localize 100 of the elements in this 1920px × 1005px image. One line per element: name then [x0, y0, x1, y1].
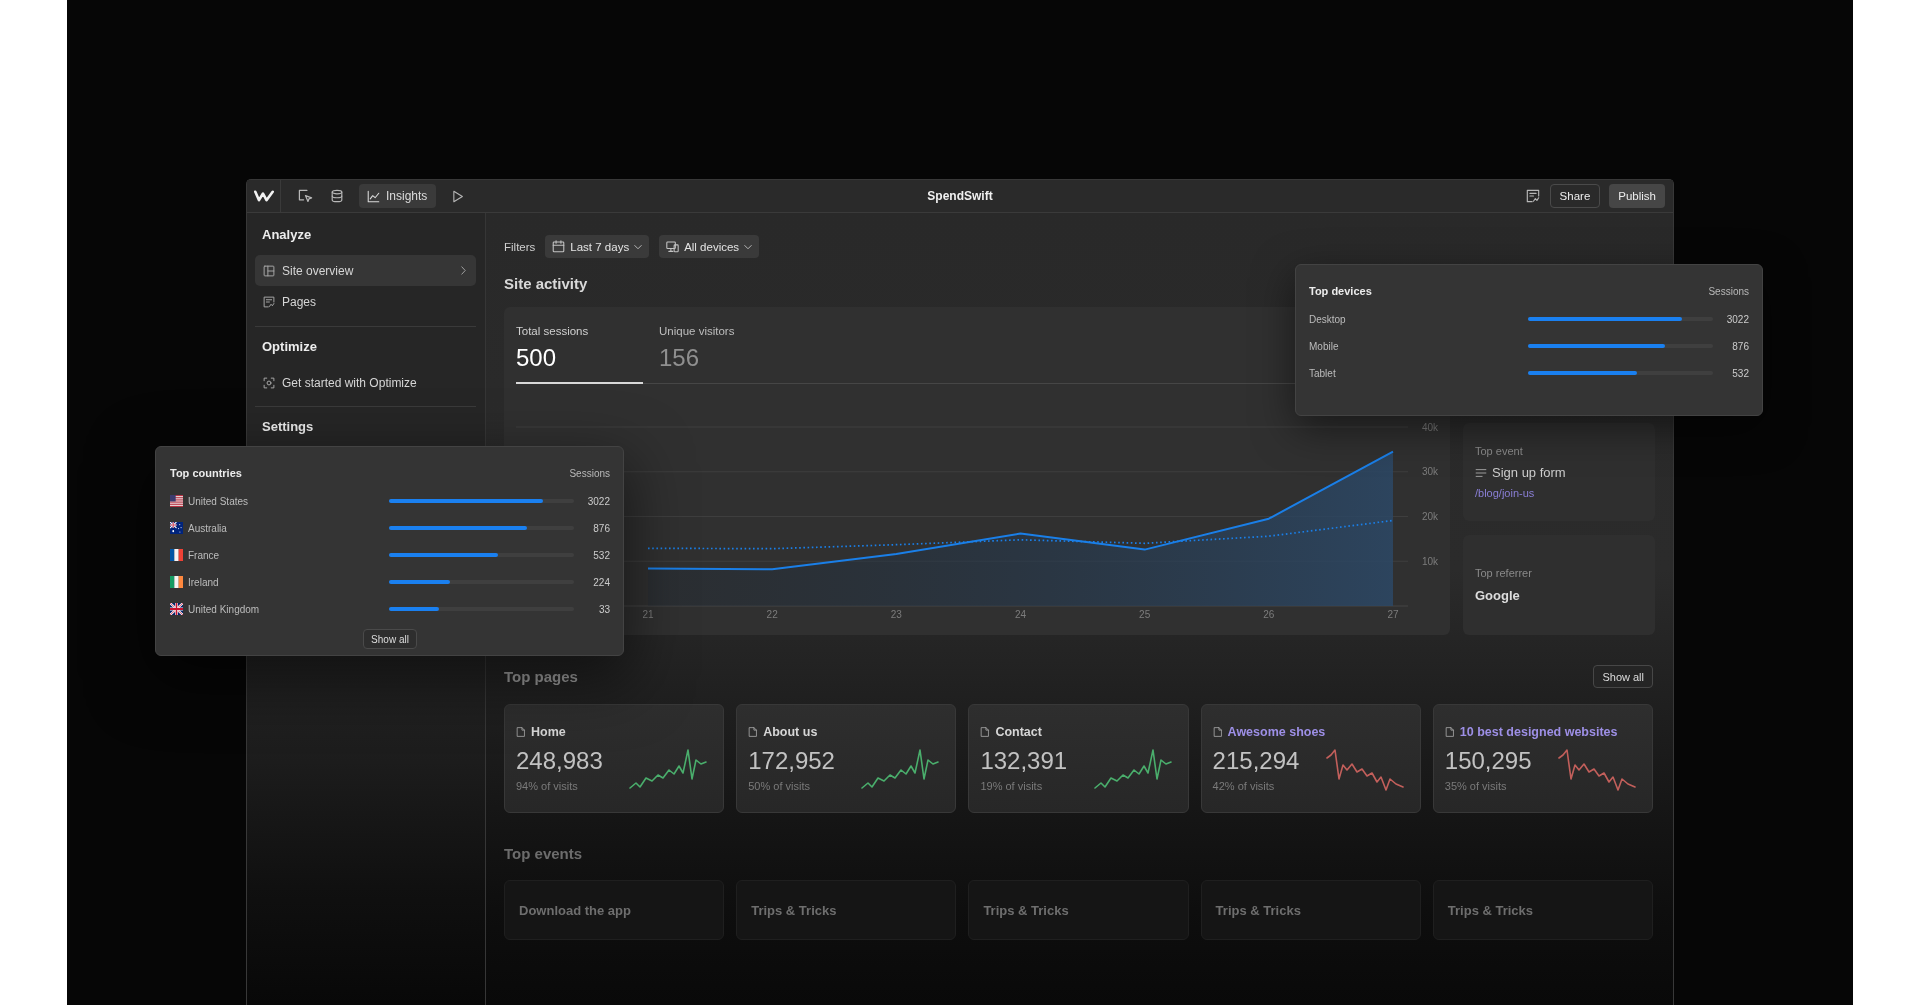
page-card[interactable]: Awesome shoes 215,294 42% of visits: [1200, 704, 1421, 813]
visit-count: 248,983: [516, 747, 603, 775]
page-chart-icon[interactable]: [1525, 189, 1540, 203]
chevron-right-icon: [459, 266, 468, 275]
section-title: Site activity: [504, 274, 588, 294]
axis-label: 24: [1014, 609, 1027, 620]
event-card[interactable]: Trips & Tricks: [1200, 880, 1421, 940]
document-icon: [980, 726, 991, 738]
country-name: France: [188, 549, 220, 561]
page-chart-icon: [263, 295, 275, 308]
page-title: Awesome shoes: [1227, 725, 1326, 739]
visit-share: 19% of visits: [980, 779, 1044, 793]
visit-count: 132,391: [980, 747, 1068, 775]
insights-tab[interactable]: Insights: [359, 184, 437, 208]
axis-label: 20k: [1421, 511, 1438, 522]
visit-share: 35% of visits: [1444, 779, 1508, 793]
publish-button[interactable]: Publish: [1609, 184, 1665, 208]
session-count: 224: [592, 576, 610, 588]
panel-title: Top countries: [170, 467, 242, 479]
axis-label: 21: [642, 609, 654, 620]
axis-label: 25: [1139, 609, 1151, 620]
event-name: Sign up form: [1492, 464, 1566, 482]
section-title: Top events: [504, 844, 583, 864]
section-heading: Optimize: [261, 338, 317, 356]
filters-label: Filters: [504, 240, 536, 253]
filter-dropdown[interactable]: Last 7 days: [545, 235, 650, 258]
flag-icon: [170, 522, 183, 534]
event-card[interactable]: Trips & Tricks: [736, 880, 957, 940]
country-name: Australia: [188, 522, 227, 534]
event-card[interactable]: Download the app: [504, 880, 725, 940]
axis-label: 40k: [1421, 421, 1438, 433]
session-count: 3022: [586, 495, 610, 507]
sidebar-item[interactable]: Get started with Optimize: [255, 367, 476, 398]
document-icon: [748, 726, 759, 738]
visit-count: 215,294: [1212, 747, 1300, 775]
devices-icon: [666, 240, 680, 253]
card-label: Top referrer: [1475, 566, 1532, 580]
country-name: United Kingdom: [188, 603, 260, 615]
axis-label: 30k: [1421, 466, 1438, 478]
axis-label: 23: [890, 609, 902, 620]
axis-label: 10k: [1421, 555, 1438, 567]
axis-label: 26: [1263, 609, 1275, 620]
page-card[interactable]: 10 best designed websites 150,295 35% of visits: [1432, 704, 1653, 813]
visit-share: 42% of visits: [1212, 779, 1276, 793]
page-title: 10 best designed websites: [1459, 725, 1618, 739]
flag-icon: [170, 549, 183, 561]
visit-count: 172,952: [748, 747, 835, 775]
session-count: 532: [1731, 367, 1749, 379]
device-name: Mobile: [1309, 340, 1339, 352]
page-title: Home: [531, 725, 566, 739]
column-header: Sessions: [1708, 285, 1749, 297]
event-name: Download the app: [519, 902, 631, 918]
app-title: SpendSwift: [927, 189, 993, 203]
select-tool-icon[interactable]: [298, 188, 313, 204]
session-count: 33: [597, 603, 610, 615]
metric-tab[interactable]: Unique visitors 156: [659, 324, 786, 384]
flag-icon: [170, 495, 183, 507]
event-card[interactable]: Trips & Tricks: [1432, 880, 1653, 940]
show-all-button[interactable]: Show all: [363, 629, 417, 649]
line-chart-icon: [367, 189, 380, 203]
calendar-icon: [552, 240, 566, 253]
page-card[interactable]: Home 248,983 94% of visits: [504, 704, 725, 813]
session-count: 876: [1731, 340, 1749, 352]
axis-label: 27: [1387, 609, 1399, 620]
page-card[interactable]: Contact 132,391 19% of visits: [968, 704, 1189, 813]
device-name: Tablet: [1309, 367, 1336, 379]
chevron-down-icon: [744, 242, 753, 251]
column-header: Sessions: [569, 467, 610, 479]
sidebar-item[interactable]: Pages: [255, 286, 476, 317]
play-icon[interactable]: [451, 189, 465, 203]
page-card[interactable]: About us 172,952 50% of visits: [736, 704, 957, 813]
event-name: Trips & Tricks: [983, 902, 1069, 918]
metric-tab[interactable]: Total sessions 500: [516, 324, 643, 384]
show-all-button[interactable]: Show all: [1593, 665, 1653, 688]
text-lines-icon: [1475, 467, 1487, 479]
session-count: 876: [592, 522, 610, 534]
event-card[interactable]: Trips & Tricks: [968, 880, 1189, 940]
document-icon: [1444, 726, 1455, 738]
country-name: United States: [188, 495, 249, 507]
page-title: Contact: [995, 725, 1042, 739]
sidebar-item[interactable]: Site overview: [255, 255, 476, 286]
event-name: Trips & Tricks: [751, 902, 837, 918]
axis-label: 22: [766, 609, 778, 620]
chevron-down-icon: [634, 242, 643, 251]
session-count: 532: [592, 549, 610, 561]
section-heading: Settings: [261, 418, 314, 436]
section-heading: Analyze: [261, 226, 312, 244]
layout-icon: [263, 264, 275, 277]
database-icon[interactable]: [330, 189, 344, 203]
filter-dropdown[interactable]: All devices: [659, 235, 760, 258]
page-title: About us: [763, 725, 818, 739]
section-title: Top pages: [504, 666, 578, 687]
page-path-link[interactable]: /blog/join-us: [1475, 486, 1535, 500]
session-count: 3022: [1725, 313, 1749, 325]
event-name: Trips & Tricks: [1215, 902, 1301, 918]
event-name: Trips & Tricks: [1447, 902, 1534, 918]
share-button[interactable]: Share: [1549, 184, 1601, 208]
focus-icon: [263, 376, 275, 389]
panel-title: Top devices: [1309, 285, 1372, 297]
visit-share: 50% of visits: [748, 779, 811, 793]
